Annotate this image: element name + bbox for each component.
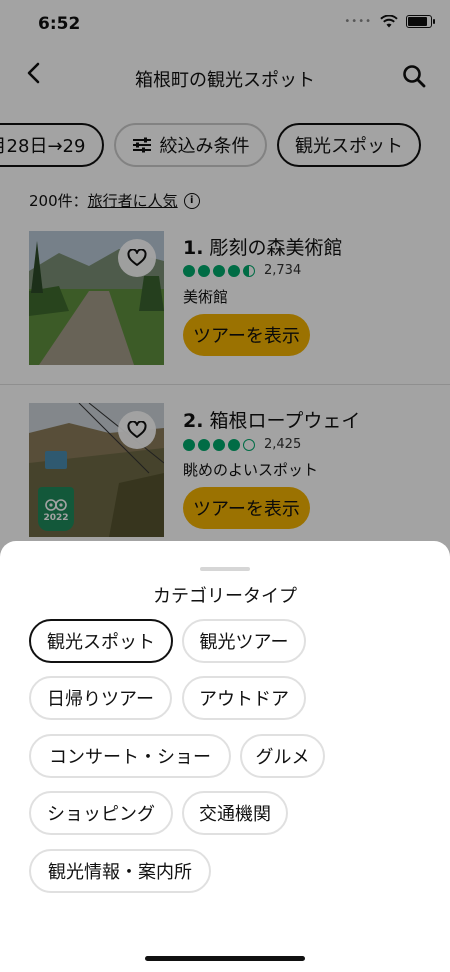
sheet-title: カテゴリータイプ: [153, 586, 297, 607]
category-option[interactable]: 観光情報・案内所: [29, 849, 211, 893]
category-option[interactable]: 交通機関: [182, 791, 288, 835]
category-option[interactable]: コンサート・ショー: [29, 734, 231, 778]
category-option[interactable]: ショッピング: [29, 791, 173, 835]
category-option[interactable]: アウトドア: [182, 676, 306, 720]
category-option[interactable]: 観光スポット: [29, 619, 173, 663]
category-option[interactable]: グルメ: [240, 734, 325, 778]
category-option[interactable]: 観光ツアー: [182, 619, 306, 663]
category-sheet: カテゴリータイプ 観光スポット 観光ツアー 日帰りツアー アウトドア コンサート…: [0, 541, 450, 972]
app-screen: 6:52 •••• 箱根町の観光スポット 月28日→29: [0, 0, 450, 972]
category-option[interactable]: 日帰りツアー: [29, 676, 172, 720]
sheet-grabber[interactable]: [200, 567, 250, 571]
home-indicator[interactable]: [145, 956, 305, 961]
